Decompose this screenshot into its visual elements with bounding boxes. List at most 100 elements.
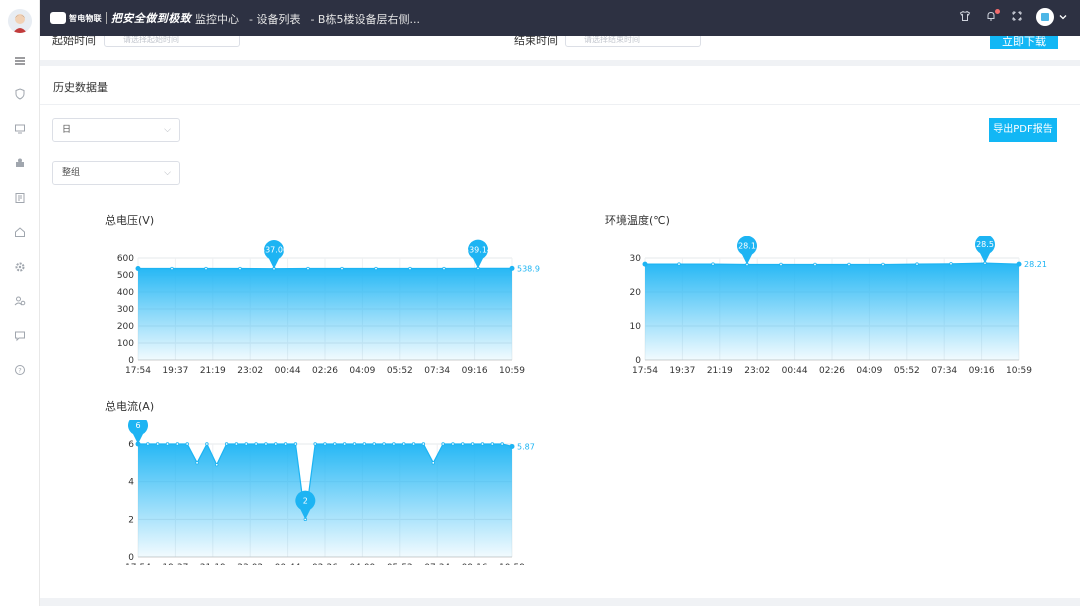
group-select[interactable]: 整组 ⌵ — [52, 161, 180, 185]
breadcrumb-monitor[interactable]: 监控中心 — [195, 11, 239, 27]
x-tick-label: 19:37 — [669, 366, 695, 376]
monitor-icon[interactable] — [12, 123, 28, 139]
user-avatar[interactable] — [1036, 8, 1054, 26]
filter-card: 起始时间 请选择起始时间 结束时间 请选择结束时间 立即下载 — [40, 36, 1080, 60]
data-point — [392, 442, 396, 446]
users-icon[interactable] — [12, 295, 28, 311]
x-tick-label: 10:59 — [1006, 366, 1032, 376]
chevron-down-icon: ⌵ — [164, 168, 171, 178]
logo-brand: 智电物联 — [69, 13, 102, 23]
notification-badge — [995, 9, 1000, 14]
start-point — [642, 261, 648, 267]
marker-pin-max[interactable]: 539.14 — [464, 239, 492, 269]
x-tick-label: 21:19 — [200, 366, 226, 376]
marker-pin-label: 539.14 — [464, 245, 492, 254]
logo-slogan: 把安全做到极致 — [110, 12, 192, 25]
topbar-actions — [958, 8, 1068, 26]
data-point — [340, 266, 344, 271]
data-point — [283, 442, 288, 446]
end-time-label: 结束时间 — [514, 36, 558, 47]
data-point — [490, 442, 495, 446]
temperature-chart[interactable]: 0 10 20 30 17:54 19:37 21:19 23:02 00:44 02:26 04:… — [587, 236, 1057, 376]
x-tick-label: 10:59 — [499, 563, 525, 565]
data-point — [146, 442, 150, 446]
y-tick-label: 10 — [630, 322, 642, 332]
download-button[interactable]: 立即下载 — [990, 36, 1058, 49]
data-point — [333, 442, 337, 446]
period-select[interactable]: 日 ⌵ — [52, 118, 180, 142]
chart-title-temperature: 环境温度(℃) — [605, 214, 670, 227]
user-menu[interactable] — [1036, 8, 1068, 26]
data-point — [711, 262, 715, 266]
x-tick-label: 04:09 — [856, 366, 882, 376]
bell-icon[interactable] — [984, 9, 1000, 24]
start-point — [135, 266, 141, 272]
top-navbar: 智电物联 把安全做到极致 监控中心 - 设备列表 - B栋5楼设备层右侧... — [40, 0, 1080, 36]
x-tick-label: 17:54 — [125, 563, 151, 565]
end-point — [1016, 261, 1022, 267]
x-tick-label: 00:44 — [782, 366, 808, 376]
end-time-input[interactable]: 请选择结束时间 — [565, 36, 701, 47]
data-point — [313, 442, 317, 446]
data-point — [264, 442, 268, 446]
marker-pin-min[interactable]: 28.1 — [737, 236, 757, 265]
x-tick-label: 09:16 — [969, 366, 995, 376]
message-icon[interactable] — [12, 330, 28, 346]
fullscreen-icon[interactable] — [1010, 10, 1024, 24]
marker-pin-min[interactable]: 537.06 — [260, 240, 288, 269]
data-point — [224, 442, 229, 446]
data-point — [352, 442, 357, 446]
x-tick-label: 00:44 — [275, 366, 301, 376]
marker-pin-label: 537.06 — [260, 246, 288, 255]
home-icon[interactable] — [12, 226, 28, 242]
gear-icon[interactable] — [12, 261, 28, 277]
data-point — [175, 442, 180, 446]
data-point — [323, 442, 327, 446]
x-tick-label: 21:19 — [707, 366, 733, 376]
last-value-label: 5.87 — [517, 442, 535, 451]
data-point — [451, 442, 455, 446]
export-pdf-button[interactable]: 导出PDF报告 — [989, 118, 1057, 142]
help-icon[interactable]: ? — [12, 364, 28, 380]
logo[interactable]: 智电物联 把安全做到极致 — [50, 11, 191, 25]
history-title: 历史数据量 — [53, 81, 108, 94]
data-point — [234, 442, 239, 446]
svg-text:?: ? — [18, 367, 21, 375]
marker-pin-label: 28.1 — [738, 241, 756, 250]
series-area — [138, 268, 512, 360]
report-icon[interactable] — [12, 192, 28, 208]
data-point — [374, 266, 378, 271]
x-tick-label: 07:34 — [424, 366, 450, 376]
sidebar: ? — [0, 0, 40, 606]
data-point — [408, 266, 412, 271]
shield-icon[interactable] — [12, 88, 28, 104]
data-point — [155, 442, 160, 446]
menu-icon[interactable] — [12, 54, 28, 70]
device-icon[interactable] — [12, 157, 28, 173]
x-tick-label: 09:16 — [462, 366, 488, 376]
shirt-icon[interactable] — [958, 10, 972, 24]
chevron-down-icon: ⌵ — [164, 125, 171, 135]
marker-pin-max[interactable]: 28.5 — [975, 236, 995, 264]
start-time-input[interactable]: 请选择起始时间 — [104, 36, 240, 47]
x-tick-label: 10:59 — [499, 366, 525, 376]
y-tick-label: 30 — [630, 254, 642, 264]
voltage-chart[interactable]: 0 100 200 300 400 500 600 17:54 19:37 21:19 23:02 0… — [80, 236, 550, 376]
chevron-down-icon[interactable] — [1058, 12, 1068, 22]
data-point — [402, 442, 406, 446]
breadcrumb-device: - B栋5楼设备层右侧... — [310, 13, 420, 26]
y-tick-label: 300 — [117, 305, 134, 315]
current-chart[interactable]: 0 2 4 6 17:54 19:37 21:19 23:02 00:44 02:26 04:09 0… — [80, 420, 550, 565]
logo-mark — [50, 12, 66, 24]
data-point — [779, 262, 783, 267]
marker-pin-label: 2 — [303, 496, 308, 505]
logo-divider — [105, 12, 107, 24]
data-point — [470, 442, 475, 446]
data-point — [677, 262, 681, 266]
breadcrumb-device-list[interactable]: - 设备列表 — [249, 11, 300, 27]
page-bottom — [40, 598, 1080, 606]
avatar[interactable] — [8, 9, 32, 33]
data-point — [165, 442, 170, 446]
data-point — [442, 266, 446, 271]
x-tick-label: 07:34 — [424, 563, 450, 565]
